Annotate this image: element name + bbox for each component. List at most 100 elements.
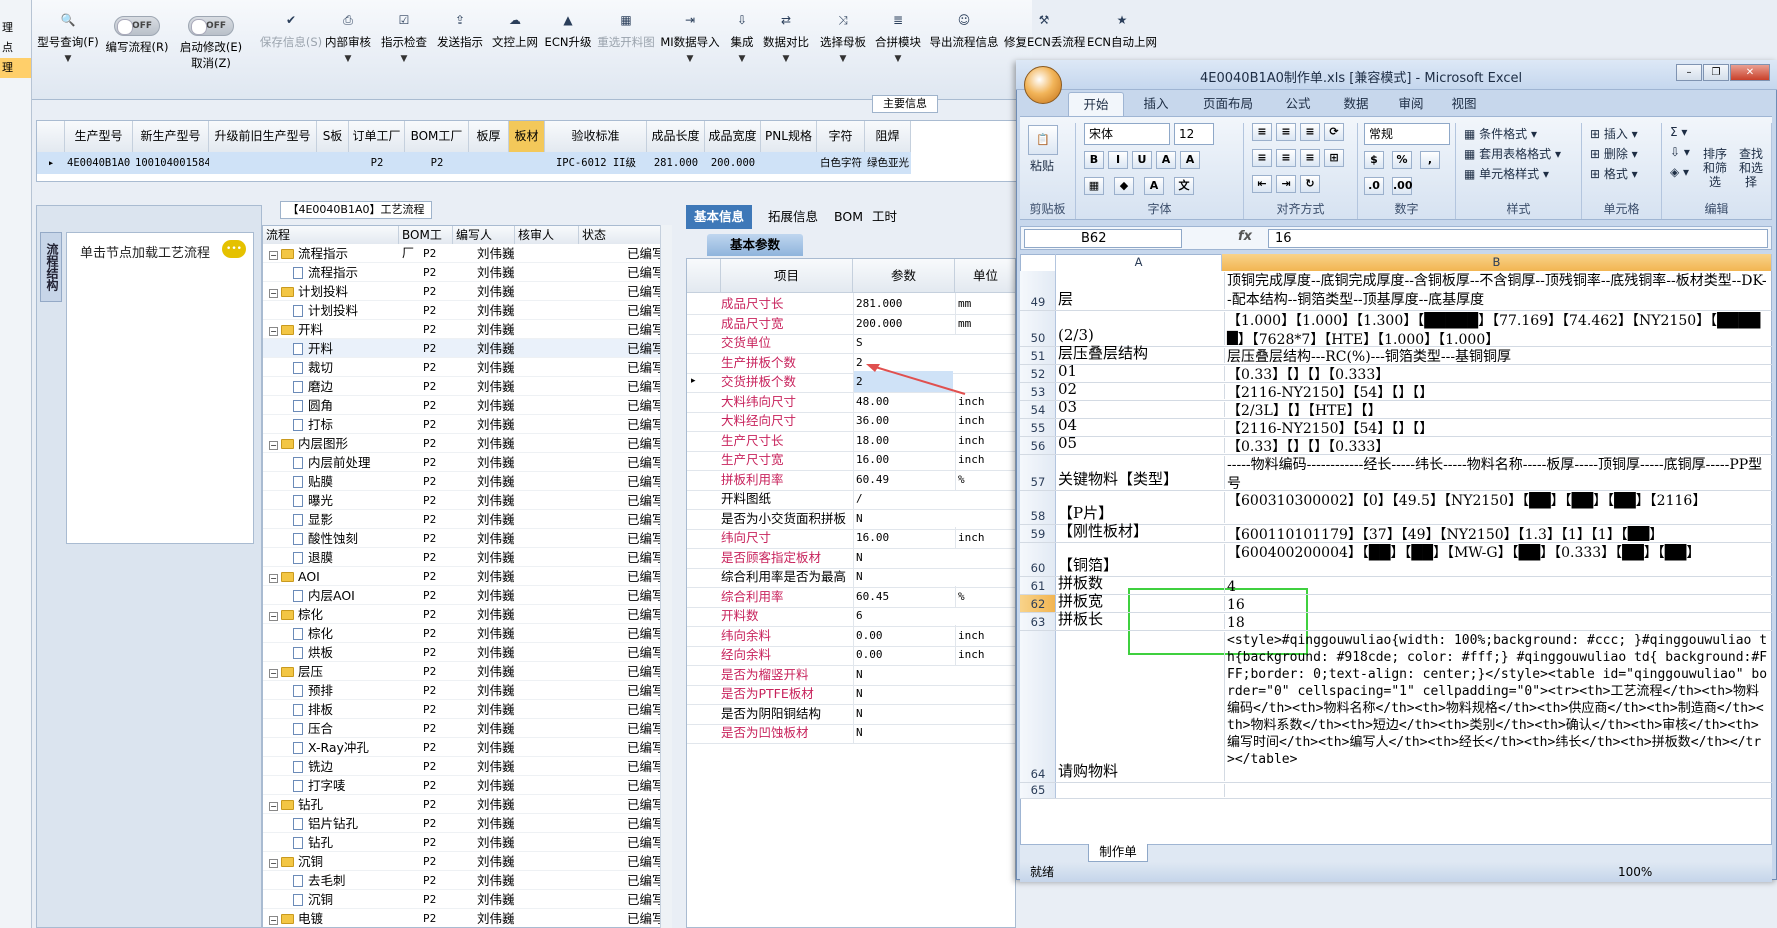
param-value[interactable]: 0.00 [853, 624, 953, 646]
left-nav-item-selected[interactable]: 理 [0, 58, 31, 78]
main-info-cell[interactable]: 绿色亚光 [865, 152, 911, 174]
style-command[interactable]: ▦ 单元格样式 ▾ [1464, 165, 1549, 182]
column-header-B[interactable]: B [1222, 254, 1772, 271]
param-value[interactable]: S [853, 332, 953, 353]
ribbon-button[interactable]: OFF 启动修改(E) 取消(Z) [171, 16, 251, 71]
param-value[interactable]: N [853, 546, 953, 568]
cell-command[interactable]: ⊞ 格式 ▾ [1590, 165, 1638, 182]
param-value[interactable]: 200.000 [853, 312, 953, 334]
tree-node[interactable]: − 钻孔 [269, 795, 323, 814]
tree-node[interactable]: 贴膜 [293, 472, 333, 491]
align-top-icon[interactable]: ≡ [1252, 123, 1272, 141]
tree-node[interactable]: 显影 [293, 510, 333, 529]
tree-node[interactable]: 磨边 [293, 377, 333, 396]
tree-row[interactable]: − 内层图形 P2 刘伟巍 已编写 [263, 434, 671, 453]
chevron-down-icon[interactable]: ▼ [858, 54, 938, 64]
tree-row[interactable]: 显影 P2 刘伟巍 已编写 [263, 510, 671, 529]
italic-icon[interactable]: I [1108, 151, 1128, 169]
fill-color-icon[interactable]: ◆ [1114, 177, 1134, 195]
tree-row[interactable]: − 沉铜 P2 刘伟巍 已编写 [263, 852, 671, 871]
style-command[interactable]: ▦ 条件格式 ▾ [1464, 125, 1537, 142]
main-info-cell[interactable]: 200.000 [705, 152, 761, 174]
sheet-row[interactable]: 57 关键物料【类型】 -----物料编码------------经长-----纬长… [1020, 455, 1772, 491]
number-format-select[interactable]: 常规 [1364, 123, 1450, 145]
main-info-cell[interactable]: 白色字符 [817, 152, 865, 174]
tree-row[interactable]: 棕化 P2 刘伟巍 已编写 [263, 624, 671, 643]
sheet-row[interactable]: 49 层顶铜完成厚度--底铜完成厚度--含铜板厚--不含铜厚--顶残铜率--底残铜… [1020, 271, 1772, 311]
main-info-cell[interactable]: P2 [349, 152, 405, 174]
collapse-icon[interactable]: − [269, 289, 278, 298]
tree-scrollbar[interactable] [660, 225, 672, 928]
process-structure-tab[interactable]: 流程结构 [40, 232, 62, 302]
param-value[interactable]: N [853, 702, 953, 724]
tree-node[interactable]: 铝片钻孔 [293, 814, 358, 833]
main-info-cell[interactable]: 10010400158406 [133, 152, 224, 174]
excel-tab[interactable]: 视图 [1438, 92, 1490, 116]
param-value[interactable]: 6 [853, 605, 953, 626]
cell-b[interactable]: 【2116-NY2150】【54】【】【】 [1224, 420, 1768, 435]
cell-b[interactable]: 【600310300002】【0】【49.5】【NY2150】【██】【██】【… [1224, 492, 1768, 523]
main-info-cell[interactable] [761, 152, 817, 174]
param-value[interactable]: 16.00 [853, 527, 953, 548]
tree-row[interactable]: 裁切 P2 刘伟巍 已编写 [263, 358, 671, 377]
tree-row[interactable]: 排板 P2 刘伟巍 已编写 [263, 700, 671, 719]
tree-row[interactable]: 去毛刺 P2 刘伟巍 已编写 [263, 871, 671, 890]
cell-a[interactable]: 03 [1058, 398, 1218, 417]
sheet-row[interactable]: 65 [1020, 783, 1772, 799]
cell-b[interactable]: 16 [1224, 596, 1768, 611]
left-nav-item[interactable]: 点 [0, 38, 31, 58]
param-value[interactable]: N [853, 683, 953, 704]
cell-b[interactable]: -----物料编码------------经长-----纬长-----物料名称-… [1224, 456, 1768, 489]
column-header[interactable]: 板厚 [469, 121, 509, 152]
tree-column-header[interactable]: 核审人 [515, 226, 579, 244]
cell-b[interactable] [1224, 784, 1768, 797]
left-nav-item[interactable]: 理 [0, 18, 31, 38]
cell-b[interactable]: 【2/3L】【】【HTE】【】 [1224, 402, 1768, 417]
excel-tab[interactable]: 审阅 [1386, 92, 1436, 116]
font-color-icon[interactable]: A [1144, 177, 1164, 195]
tree-row[interactable]: 打标 P2 刘伟巍 已编写 [263, 415, 671, 434]
underline-icon[interactable]: U [1132, 151, 1152, 169]
tree-row[interactable]: 沉铜 P2 刘伟巍 已编写 [263, 890, 671, 909]
param-tab[interactable]: 拓展信息 [760, 205, 826, 229]
wrap-text-icon[interactable]: ⟳ [1324, 123, 1344, 141]
cell-b[interactable]: 4 [1224, 578, 1768, 593]
cell-command[interactable]: ⊞ 插入 ▾ [1590, 125, 1638, 142]
collapse-icon[interactable]: − [269, 327, 278, 336]
column-header[interactable]: S板 [317, 121, 349, 152]
toggle-switch[interactable]: OFF [114, 16, 160, 36]
tree-node[interactable]: 流程指示 [293, 263, 358, 282]
sheet-row[interactable]: 50 (2/3) 【1.000】【1.000】【1.300】【█████】【77.1… [1020, 311, 1772, 347]
collapse-icon[interactable]: − [269, 441, 278, 450]
param-value[interactable]: 0.00 [853, 644, 953, 665]
grow-font-icon[interactable]: A [1156, 151, 1176, 169]
tree-row[interactable]: − 电镀 P2 刘伟巍 已编写 [263, 909, 671, 927]
cell-a[interactable]: (2/3) [1058, 326, 1218, 345]
tree-node[interactable]: − AOI [269, 567, 320, 586]
cell-a[interactable]: 01 [1058, 362, 1218, 381]
collapse-icon[interactable]: − [269, 251, 278, 260]
bold-icon[interactable]: B [1084, 151, 1104, 169]
param-value[interactable]: N [853, 722, 953, 743]
tree-row[interactable]: 贴膜 P2 刘伟巍 已编写 [263, 472, 671, 491]
tree-row[interactable]: 圆角 P2 刘伟巍 已编写 [263, 396, 671, 415]
main-info-cell[interactable]: 4E0040B1A0 [65, 152, 133, 174]
param-value[interactable]: 18.00 [853, 429, 953, 451]
tree-row[interactable]: 曝光 P2 刘伟巍 已编写 [263, 491, 671, 510]
cell-a[interactable]: 拼板数 [1058, 574, 1218, 593]
cell-b[interactable]: 顶铜完成厚度--底铜完成厚度--含铜板厚--不含铜厚--顶残铜率--底残铜率--… [1224, 272, 1768, 309]
column-header[interactable]: PNL规格 [761, 121, 817, 152]
cell-command[interactable]: ⊞ 删除 ▾ [1590, 145, 1638, 162]
paste-icon[interactable]: 📋 [1028, 125, 1058, 155]
decrease-decimal-icon[interactable]: .00 [1392, 177, 1413, 195]
align-left-icon[interactable]: ≡ [1252, 149, 1272, 167]
increase-indent-icon[interactable]: ⇥ [1276, 175, 1296, 193]
tree-row[interactable]: − 层压 P2 刘伟巍 已编写 [263, 662, 671, 681]
chevron-down-icon[interactable]: ▼ [364, 54, 444, 64]
align-right-icon[interactable]: ≡ [1300, 149, 1320, 167]
main-info-cell[interactable] [209, 152, 317, 174]
decrease-indent-icon[interactable]: ⇤ [1252, 175, 1272, 193]
tree-node[interactable]: 打标 [293, 415, 333, 434]
sheet-row[interactable]: 60 【铜箔】 【600400200004】【██】【██】【MW-G】【██】【0… [1020, 543, 1772, 577]
tree-row[interactable]: − 开料 P2 刘伟巍 已编写 [263, 320, 671, 339]
